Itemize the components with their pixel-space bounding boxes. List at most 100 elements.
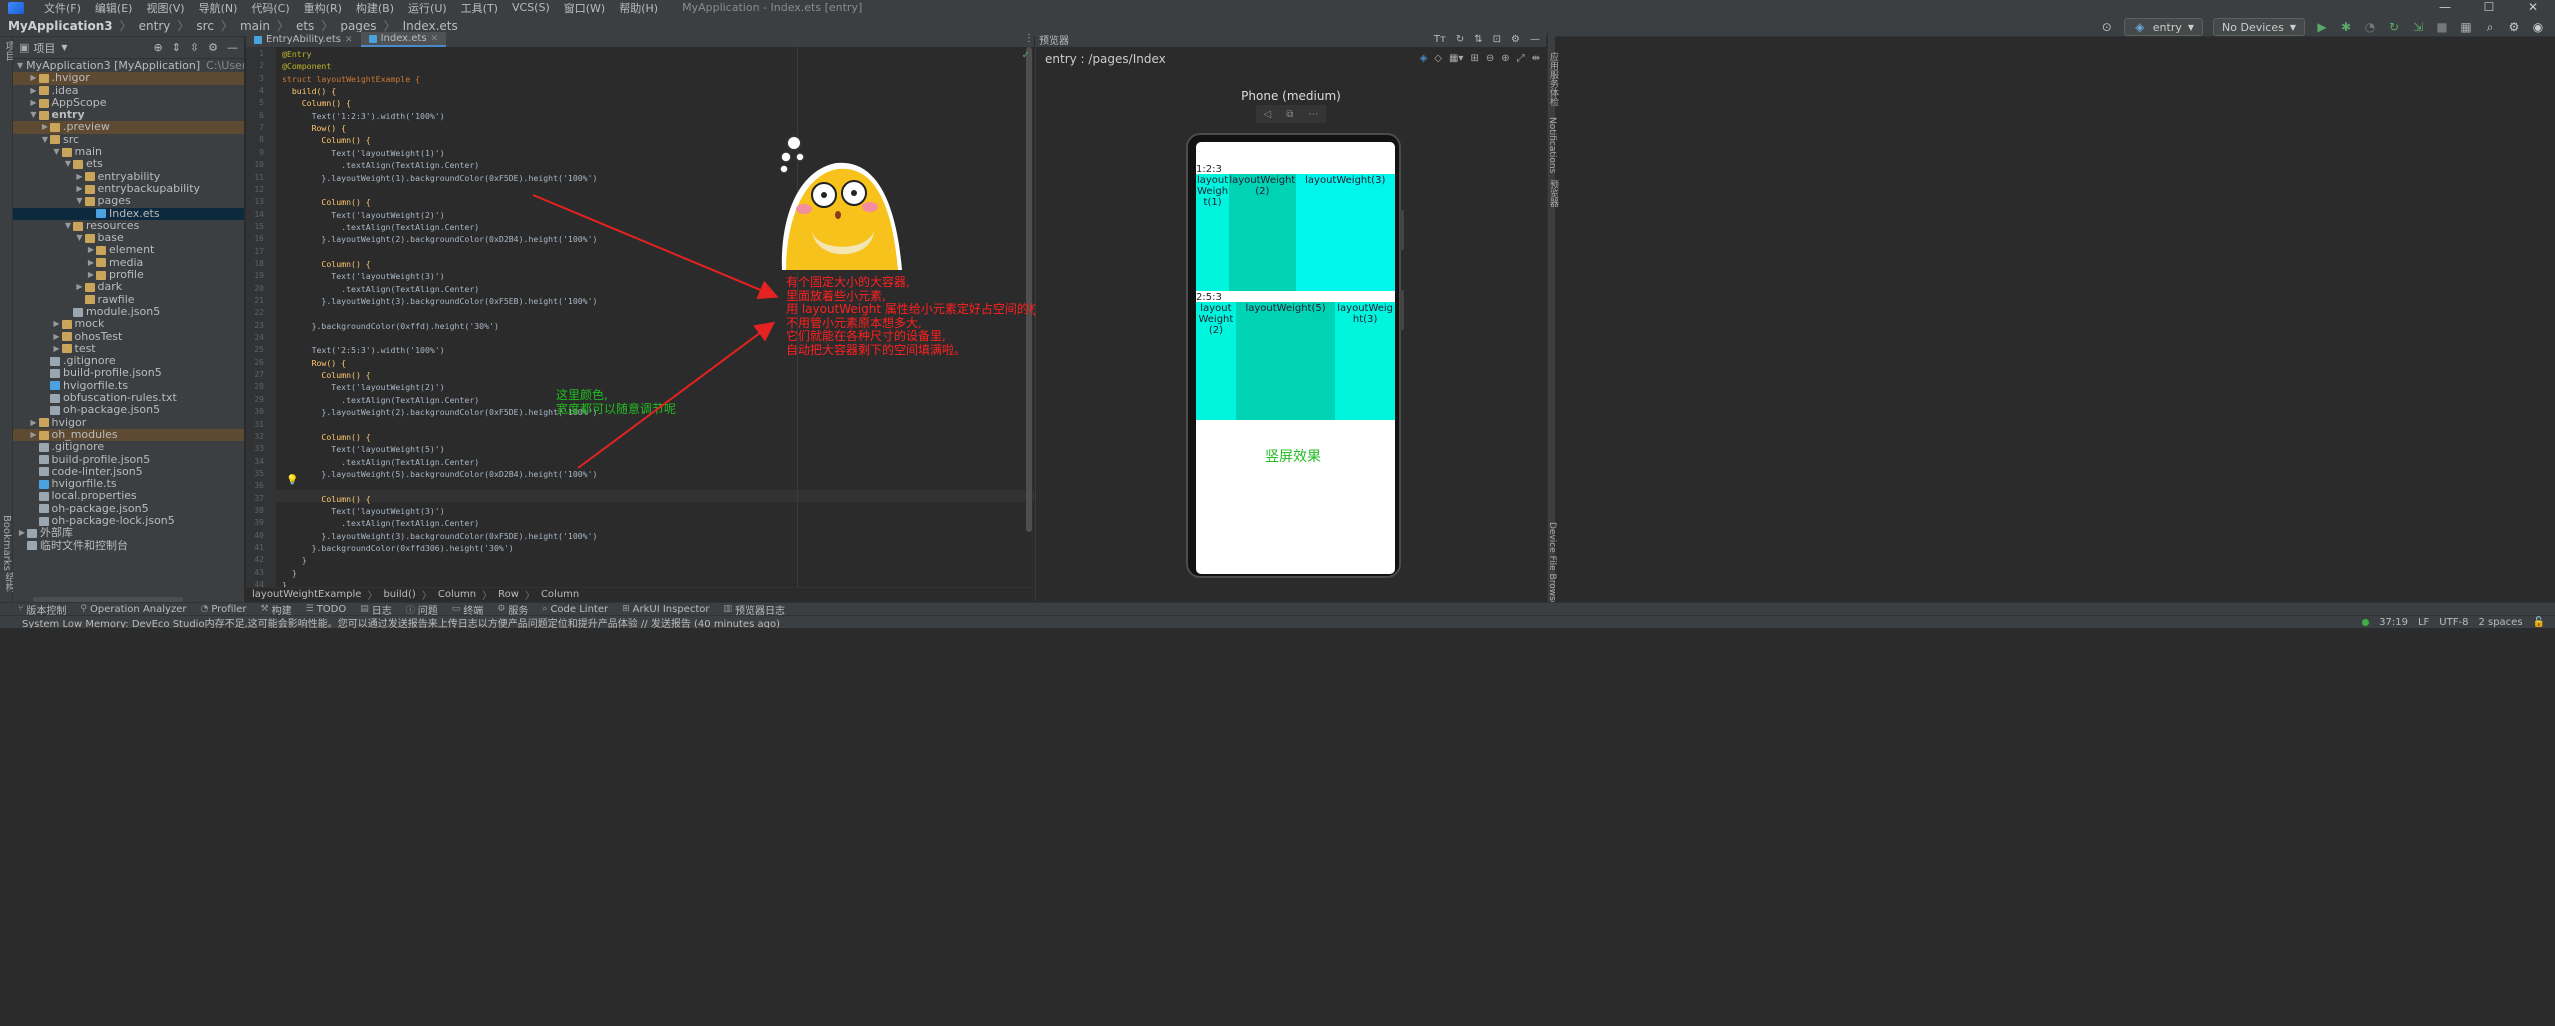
zoom-out-icon[interactable]: ⊖ (1486, 53, 1494, 64)
chevron-icon[interactable]: ▶ (86, 269, 96, 281)
code-line[interactable]: .textAlign(TextAlign.Center) (282, 457, 479, 467)
chevron-icon[interactable]: ▶ (75, 281, 85, 293)
chevron-icon[interactable]: ▼ (75, 232, 85, 244)
code-line[interactable]: Row() { (282, 123, 347, 133)
breadcrumb-item[interactable]: main (240, 19, 270, 33)
code-line[interactable]: struct layoutWeightExample { (282, 74, 420, 84)
reload-icon[interactable]: ↻ (2387, 20, 2401, 34)
tree-item[interactable]: build-profile.json5 (13, 454, 244, 466)
tree-item[interactable]: ▼ entry (13, 109, 244, 121)
tree-item[interactable]: local.properties (13, 490, 244, 502)
chevron-icon[interactable]: ▶ (86, 257, 96, 269)
code-line[interactable]: Column() { (282, 494, 370, 504)
chevron-icon[interactable]: ▶ (29, 429, 39, 441)
code-line[interactable]: Text('2:5:3').width('100%') (282, 345, 445, 355)
code-line[interactable]: Text('layoutWeight(5)') (282, 444, 444, 454)
editor-tab[interactable]: EntryAbility.ets ✕ (246, 32, 361, 47)
tree-item[interactable]: ▼ ets (13, 158, 244, 170)
gear-icon[interactable]: ⚙ (208, 41, 218, 54)
tree-item[interactable]: ▶ .preview (13, 121, 244, 134)
tool-tab[interactable]: ⊞ ArkUI Inspector (622, 604, 709, 615)
code-crumb[interactable]: Column (438, 589, 476, 600)
chevron-icon[interactable]: ▶ (29, 85, 39, 97)
chevron-icon[interactable]: ▶ (75, 183, 85, 195)
more-tabs-icon[interactable]: ⋮ (1024, 33, 1034, 44)
module-select[interactable]: ◈ entry ▼ (2123, 18, 2204, 36)
bulb-icon[interactable]: 💡 (286, 475, 298, 486)
menu-item[interactable]: 文件(F) (44, 0, 81, 16)
line-separator[interactable]: LF (2418, 617, 2429, 628)
close-icon[interactable]: ✕ (2511, 0, 2555, 15)
tree-item[interactable]: ▶ 外部库 (13, 527, 244, 539)
tree-item[interactable]: ▶ profile (13, 269, 244, 281)
tool-tab[interactable]: ⌕ Code Linter (542, 604, 608, 615)
strip-bookmarks[interactable]: Bookmarks (1, 515, 12, 571)
tool-tab[interactable]: ◔ Profiler (200, 604, 246, 615)
more-icon[interactable]: ⋯ (1308, 109, 1318, 120)
menu-item[interactable]: 工具(T) (461, 0, 498, 16)
grid-icon[interactable]: ▦▾ (1449, 53, 1463, 64)
code-line[interactable]: Column() { (282, 259, 370, 269)
breadcrumb-item[interactable]: Index.ets (403, 19, 458, 33)
tree-item[interactable]: ▶ oh_modules (13, 428, 244, 442)
strip-notifications[interactable]: Notifications (1547, 117, 1557, 173)
code-line[interactable]: }.layoutWeight(3).backgroundColor(0xF5EB… (282, 296, 597, 306)
scan-icon[interactable]: ⊡ (1493, 34, 1501, 45)
tree-item[interactable]: Index.ets (13, 207, 244, 220)
menu-item[interactable]: 运行(U) (408, 0, 447, 16)
avatar-icon[interactable]: ◉ (2531, 20, 2545, 34)
chevron-icon[interactable]: ▶ (86, 244, 96, 256)
tree-item[interactable]: hvigorfile.ts (13, 380, 244, 392)
chevron-icon[interactable]: ▶ (52, 331, 62, 343)
tree-item[interactable]: obfuscation-rules.txt (13, 392, 244, 404)
tree-item[interactable]: ▼ main (13, 146, 244, 158)
tree-item[interactable]: ▶ mock (13, 318, 244, 330)
chevron-icon[interactable]: ▶ (29, 97, 39, 109)
code-line[interactable]: Text('layoutWeight(3)') (282, 271, 444, 281)
tree-item[interactable]: ▶ hvigor (13, 417, 244, 429)
tree-item[interactable]: ▶ ohosTest (13, 331, 244, 343)
menu-item[interactable]: 代码(C) (251, 0, 289, 16)
close-tab-icon[interactable]: ✕ (345, 35, 353, 45)
expand-all-icon[interactable]: ⇕ (172, 41, 181, 54)
device-select[interactable]: No Devices ▼ (2213, 18, 2305, 36)
breadcrumb-item[interactable]: MyApplication3 (8, 19, 113, 33)
strip-health[interactable]: 应用服务体检 (1547, 52, 1560, 106)
chevron-icon[interactable]: ▶ (29, 72, 39, 84)
hide-icon[interactable]: — (227, 41, 238, 54)
tree-item[interactable]: ▼MyApplication3 [MyApplication] C:\Users\… (13, 60, 244, 72)
menu-item[interactable]: 导航(N) (199, 0, 238, 16)
maximize-icon[interactable]: ☐ (2467, 0, 2511, 15)
search-icon[interactable]: ⌕ (2483, 20, 2497, 34)
code-line[interactable]: .textAlign(TextAlign.Center) (282, 518, 479, 528)
chevron-icon[interactable]: ▶ (52, 343, 62, 355)
code-line[interactable]: Text('layoutWeight(3)') (282, 506, 444, 516)
menu-item[interactable]: 帮助(H) (619, 0, 658, 16)
code-line[interactable]: .textAlign(TextAlign.Center) (282, 160, 479, 170)
tree-item[interactable]: oh-package.json5 (13, 404, 244, 416)
tree-item[interactable]: ▶ .idea (13, 85, 244, 97)
breadcrumb-item[interactable]: pages (340, 19, 376, 33)
pin-icon[interactable]: ⇅ (1474, 34, 1482, 45)
chevron-icon[interactable]: ▶ (40, 121, 50, 133)
layers-icon[interactable]: ◇ (1434, 53, 1442, 64)
debug-icon[interactable]: ✱ (2339, 20, 2353, 34)
tree-item[interactable]: ▶ element (13, 244, 244, 256)
code-line[interactable]: Text('layoutWeight(1)') (282, 148, 444, 158)
menu-item[interactable]: VCS(S) (512, 1, 550, 14)
menu-item[interactable]: 构建(B) (356, 0, 394, 16)
code-crumb[interactable]: build() (383, 589, 415, 600)
tool-tab[interactable]: ☰ TODO (306, 604, 347, 615)
code-line[interactable]: .textAlign(TextAlign.Center) (282, 395, 479, 405)
code-line[interactable]: Column() { (282, 197, 370, 207)
code-line[interactable]: @Entry (282, 49, 312, 59)
code-line[interactable]: }.backgroundColor(0xffd).height('30%') (282, 321, 499, 331)
cursor-position[interactable]: 37:19 (2379, 617, 2408, 628)
code-crumb[interactable]: layoutWeightExample (252, 589, 361, 600)
refresh-icon[interactable]: ↻ (1456, 34, 1464, 45)
code-line[interactable]: .textAlign(TextAlign.Center) (282, 222, 479, 232)
resize-icon[interactable]: ⤢ (1517, 53, 1525, 64)
split-icon[interactable]: ⇹ (1532, 53, 1540, 64)
menu-item[interactable]: 编辑(E) (95, 0, 133, 16)
code-line[interactable]: }.layoutWeight(2).backgroundColor(0xF5DE… (282, 407, 597, 417)
